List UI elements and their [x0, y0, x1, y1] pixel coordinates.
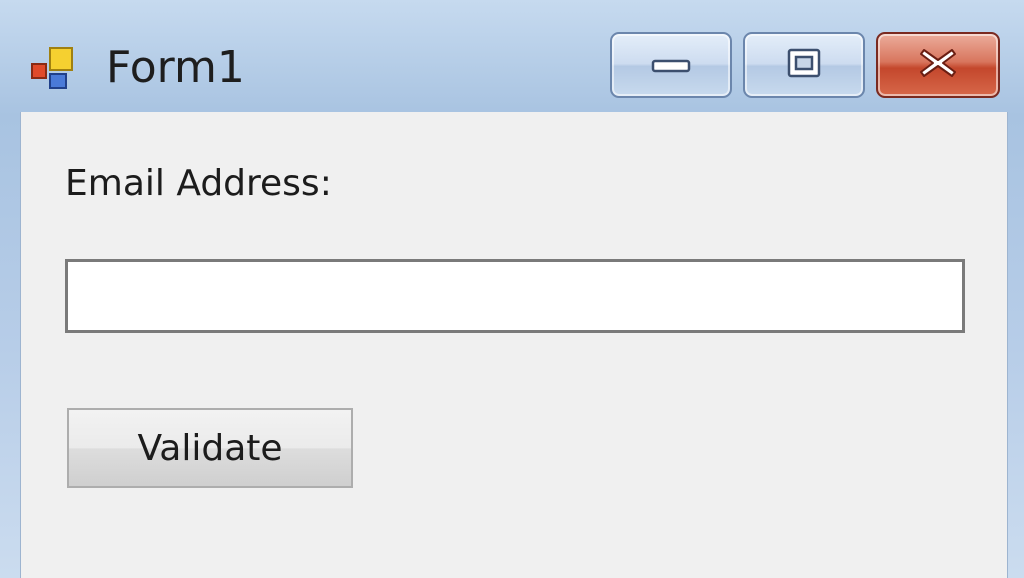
validate-button[interactable]: Validate	[67, 408, 353, 488]
winforms-app-icon[interactable]	[30, 42, 84, 96]
window-title: Form1	[106, 42, 245, 93]
maximize-icon	[786, 47, 822, 83]
window-frame: Form1 Email Address: Validate	[0, 0, 1024, 578]
close-button[interactable]	[876, 32, 1000, 98]
form-client-area: Email Address: Validate	[20, 112, 1008, 578]
title-bar[interactable]: Form1	[0, 0, 1024, 112]
close-icon	[918, 46, 958, 84]
email-address-label: Email Address:	[65, 163, 332, 204]
minimize-icon	[651, 53, 691, 77]
email-address-input[interactable]	[65, 259, 965, 333]
maximize-button[interactable]	[743, 32, 865, 98]
minimize-button[interactable]	[610, 32, 732, 98]
